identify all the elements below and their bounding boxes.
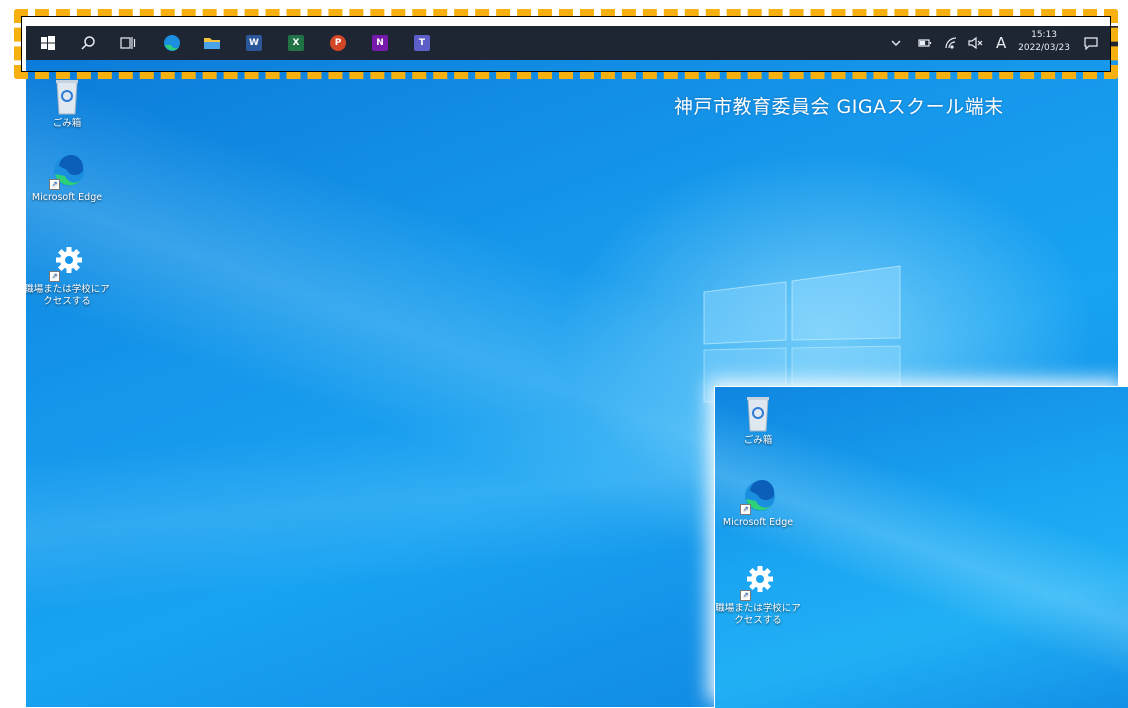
- taskbar-highlight-frame: [14, 9, 1118, 79]
- desktop-icon-workplace-access[interactable]: ↗ 職場または学校にアクセスする: [715, 563, 801, 627]
- desktop-icon-label: ごみ箱: [743, 435, 773, 446]
- edge-icon: ↗: [738, 477, 778, 515]
- desktop-icon-label: 職場または学校にアクセスする: [715, 603, 801, 626]
- shortcut-arrow-icon: ↗: [49, 179, 60, 190]
- edge-icon: ↗: [47, 152, 87, 190]
- giga-school-banner: 神戸市教育委員会 GIGAスクール端末: [674, 96, 1004, 118]
- desktop-icon-workplace-access[interactable]: ↗ 職場または学校にアクセスする: [26, 244, 110, 308]
- desktop-icon-label: Microsoft Edge: [722, 517, 794, 528]
- shortcut-arrow-icon: ↗: [49, 271, 60, 282]
- desktop-icon-recycle-bin[interactable]: ごみ箱: [715, 395, 801, 447]
- zoomed-desktop-inset: ごみ箱 ↗ Microsoft Edge ↗ 職場または学校にアクセスする: [714, 386, 1128, 708]
- recycle-bin-icon: [738, 395, 778, 433]
- shortcut-arrow-icon: ↗: [740, 504, 751, 515]
- settings-gear-icon: ↗: [738, 563, 778, 601]
- desktop-icon-recycle-bin[interactable]: ごみ箱: [26, 78, 110, 130]
- desktop-icon-label: 職場または学校にアクセスする: [26, 284, 110, 307]
- settings-gear-icon: ↗: [47, 244, 87, 282]
- desktop-icon-label: ごみ箱: [52, 118, 82, 129]
- desktop-icon-microsoft-edge[interactable]: ↗ Microsoft Edge: [715, 477, 801, 529]
- recycle-bin-icon: [47, 78, 87, 116]
- shortcut-arrow-icon: ↗: [740, 590, 751, 601]
- desktop-icon-microsoft-edge[interactable]: ↗ Microsoft Edge: [26, 152, 110, 204]
- desktop-icon-label: Microsoft Edge: [31, 192, 103, 203]
